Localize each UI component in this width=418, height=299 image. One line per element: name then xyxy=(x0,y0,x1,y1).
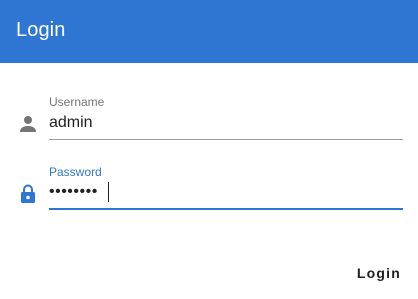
dialog-actions: Login xyxy=(0,253,418,293)
dialog-title: Login xyxy=(16,19,66,41)
lock-icon xyxy=(16,182,40,206)
person-icon xyxy=(16,112,40,136)
password-input[interactable]: •••••••• xyxy=(49,183,98,201)
login-dialog: Login Username admin Password •••••••• L… xyxy=(0,0,418,299)
login-button[interactable]: Login xyxy=(348,255,410,291)
username-underline xyxy=(49,139,403,140)
username-field: Username admin xyxy=(16,88,404,144)
text-cursor xyxy=(108,182,109,202)
password-label: Password xyxy=(49,165,102,179)
dialog-header: Login xyxy=(0,0,418,63)
username-input[interactable]: admin xyxy=(49,114,93,132)
username-label: Username xyxy=(49,95,105,109)
password-field: Password •••••••• xyxy=(16,158,404,214)
password-underline xyxy=(49,208,403,210)
